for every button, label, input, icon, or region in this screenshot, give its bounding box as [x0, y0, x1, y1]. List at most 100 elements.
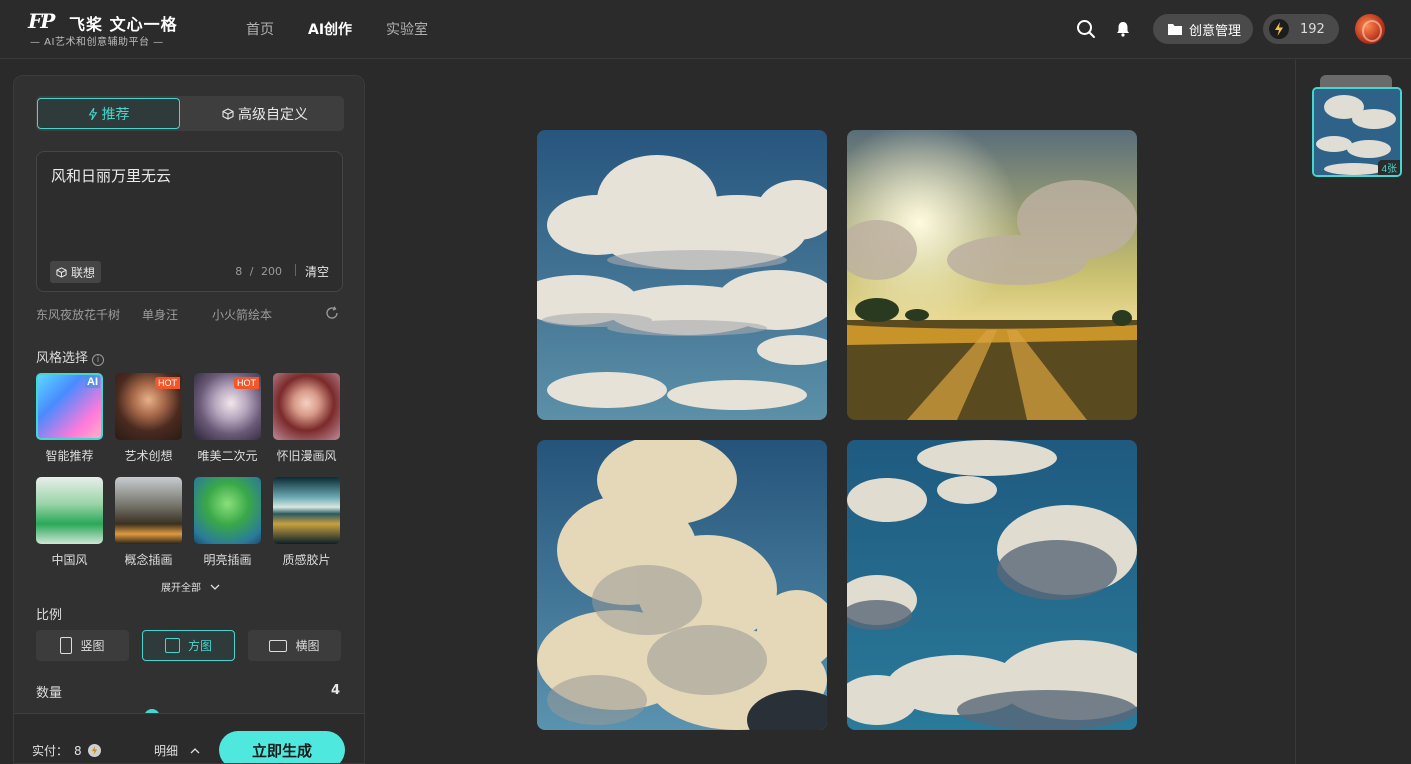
- char-counter: 8 / 200: [235, 265, 282, 278]
- prompt-text: 风和日丽万里无云: [51, 167, 172, 185]
- ratio-label: 竖图: [80, 639, 105, 653]
- ratio-portrait[interactable]: 竖图: [36, 630, 129, 661]
- ratio-label: 方图: [187, 639, 212, 653]
- pay-value: 8: [74, 743, 82, 758]
- lightning-icon: [88, 107, 97, 120]
- expand-label: 展开全部: [161, 583, 201, 594]
- style-section-label: 风格选择 i: [36, 347, 105, 366]
- style-art[interactable]: HOT 艺术创想: [115, 373, 184, 464]
- style-chinese[interactable]: 中国风: [36, 477, 105, 568]
- ratio-landscape[interactable]: 横图: [248, 630, 341, 661]
- search-icon[interactable]: [1075, 18, 1097, 40]
- logo-subtitle: — AI艺术和创意辅助平台 —: [30, 37, 164, 48]
- creative-manage-label: 创意管理: [1189, 23, 1242, 39]
- lightning-icon: [87, 744, 101, 757]
- style-label: 风格选择: [36, 351, 89, 366]
- expand-all-button[interactable]: 展开全部: [161, 579, 220, 594]
- bottom-action-bar: 实付： 8 明细 立即生成: [14, 713, 364, 763]
- credits-count: 192: [1300, 21, 1325, 37]
- chevron-down-icon: [210, 584, 220, 590]
- logo-title: 飞桨 文心一格: [69, 15, 178, 34]
- style-thumb: [115, 477, 182, 544]
- generate-button[interactable]: 立即生成: [219, 731, 345, 763]
- logo[interactable]: FP 飞桨 文心一格 — AI艺术和创意辅助平台 —: [28, 9, 178, 49]
- logo-mark: FP: [28, 9, 55, 33]
- style-name: 概念插画: [124, 553, 173, 567]
- refresh-icon[interactable]: [325, 306, 339, 324]
- pay-summary: 实付： 8: [32, 742, 101, 759]
- tab-recommend-label: 推荐: [101, 106, 130, 123]
- ratio-square[interactable]: 方图: [142, 630, 235, 661]
- style-anime[interactable]: HOT 唯美二次元: [194, 373, 263, 464]
- credits-badge[interactable]: 192: [1263, 14, 1339, 44]
- lightning-icon: [1269, 19, 1289, 39]
- style-thumb: [273, 477, 340, 544]
- quantity-section-label: 数量: [36, 686, 63, 701]
- history-thumbnail[interactable]: 4张: [1312, 87, 1402, 177]
- generated-image[interactable]: [537, 130, 827, 420]
- creative-manage-button[interactable]: 创意管理: [1153, 14, 1253, 44]
- suggestion-item[interactable]: 小火箭绘本: [212, 306, 272, 323]
- style-smart[interactable]: AI 智能推荐: [36, 373, 105, 464]
- style-name: 怀旧漫画风: [276, 449, 337, 463]
- hot-badge: HOT: [155, 377, 180, 389]
- char-separator: /: [249, 265, 254, 278]
- prompt-suggestions: 东风夜放花千树 单身汪 小火箭绘本: [36, 306, 346, 324]
- square-icon: [164, 638, 180, 653]
- clear-button[interactable]: 清空: [305, 263, 329, 280]
- landscape-icon: [269, 639, 288, 652]
- nav-ai-create[interactable]: AI创作: [308, 19, 352, 39]
- bell-icon[interactable]: [1112, 18, 1134, 40]
- left-panel: 推荐 高级自定义 风和日丽万里无云 联想 8 / 200 清空 东风夜放花千树 …: [13, 75, 365, 764]
- style-name: 艺术创想: [124, 449, 173, 463]
- generated-image[interactable]: [847, 440, 1137, 730]
- style-name: 质感胶片: [282, 553, 331, 567]
- style-thumb: [194, 477, 261, 544]
- main-nav: 首页 AI创作 实验室: [246, 19, 462, 39]
- nav-home[interactable]: 首页: [246, 19, 274, 39]
- ratio-section-label: 比例: [36, 608, 63, 623]
- divider: [295, 264, 296, 276]
- associate-button[interactable]: 联想: [50, 261, 102, 283]
- prompt-textarea[interactable]: 风和日丽万里无云 联想 8 / 200 清空: [36, 151, 343, 292]
- portrait-icon: [60, 637, 73, 654]
- info-icon[interactable]: i: [92, 354, 105, 366]
- style-concept[interactable]: 概念插画: [115, 477, 184, 568]
- tab-advanced-label: 高级自定义: [238, 106, 308, 123]
- nav-lab[interactable]: 实验室: [386, 19, 428, 39]
- style-thumb: HOT: [194, 373, 261, 440]
- suggestion-item[interactable]: 东风夜放花千树: [36, 306, 120, 323]
- associate-label: 联想: [71, 265, 96, 280]
- style-thumb: AI: [36, 373, 103, 440]
- suggestion-item[interactable]: 单身汪: [142, 306, 178, 323]
- char-max: 200: [261, 265, 282, 278]
- cube-icon: [222, 107, 234, 120]
- avatar[interactable]: [1355, 14, 1385, 44]
- generated-image[interactable]: [537, 440, 827, 730]
- chevron-up-icon: [190, 748, 200, 754]
- ratio-label: 横图: [295, 639, 320, 653]
- style-thumb: HOT: [115, 373, 182, 440]
- detail-toggle[interactable]: 明细: [154, 742, 200, 759]
- tab-recommend[interactable]: 推荐: [37, 98, 180, 129]
- ratio-selector: 竖图 方图 横图: [36, 630, 346, 662]
- style-film[interactable]: 质感胶片: [273, 477, 342, 568]
- thumbnail-count: 4张: [1378, 160, 1400, 175]
- generated-image[interactable]: [847, 130, 1137, 420]
- style-thumb: [273, 373, 340, 440]
- tab-advanced[interactable]: 高级自定义: [190, 98, 340, 129]
- ai-badge: AI: [85, 376, 100, 388]
- char-count: 8: [235, 265, 243, 278]
- style-name: 中国风: [51, 553, 88, 567]
- quantity-value: 4: [330, 683, 340, 698]
- folder-icon: [1168, 24, 1182, 35]
- hot-badge: HOT: [234, 377, 259, 389]
- history-rail: 4张: [1295, 60, 1411, 764]
- mode-tabs: 推荐 高级自定义: [36, 96, 344, 131]
- style-retro-comic[interactable]: 怀旧漫画风: [273, 373, 342, 464]
- detail-label: 明细: [154, 744, 179, 758]
- top-bar: FP 飞桨 文心一格 — AI艺术和创意辅助平台 — 首页 AI创作 实验室 创…: [0, 0, 1411, 59]
- style-bright[interactable]: 明亮插画: [194, 477, 263, 568]
- style-thumb: [36, 477, 103, 544]
- style-name: 明亮插画: [203, 553, 252, 567]
